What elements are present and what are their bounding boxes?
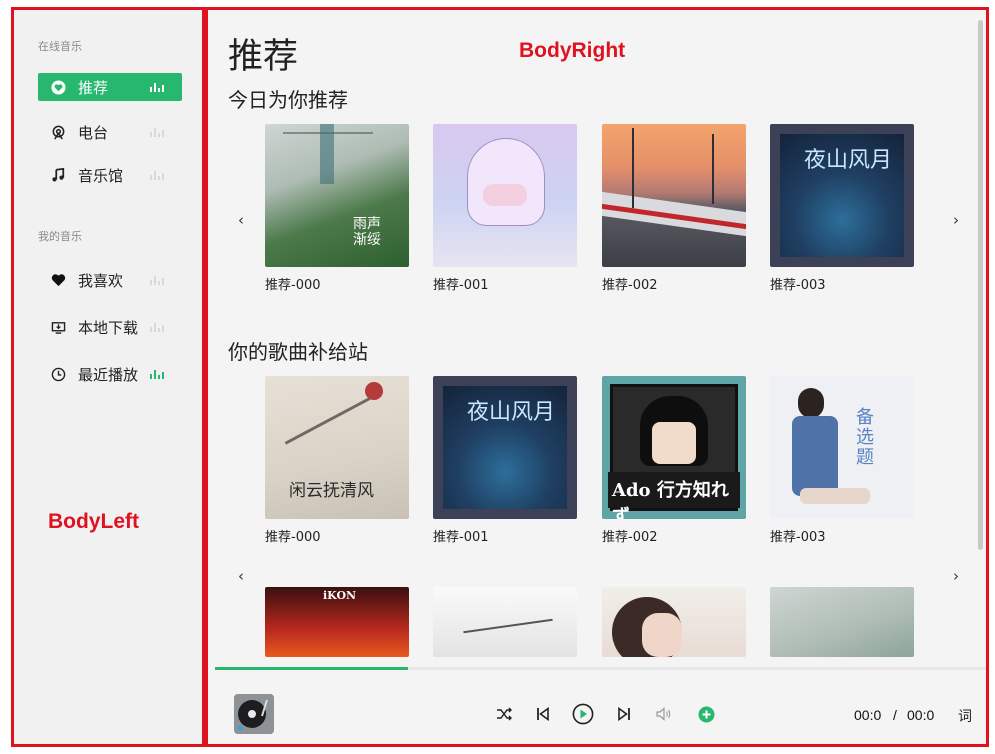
current-time: 00:0	[854, 707, 882, 723]
playlist-cover: 雨声 渐绥	[265, 124, 409, 267]
playlist-caption: 推荐-003	[770, 278, 826, 293]
playlist-card[interactable]: 推荐-001	[433, 124, 577, 293]
total-time: 00:0	[907, 707, 935, 723]
cover-title: 夜山风月	[804, 148, 893, 173]
playlist-cover[interactable]	[433, 587, 577, 657]
playlist-cover: 夜山风月	[433, 376, 577, 519]
playlist-caption: 推荐-002	[602, 278, 658, 293]
playlist-caption: 推荐-003	[770, 530, 826, 545]
online-music-label: 在线音乐	[38, 40, 82, 53]
radio-icon	[50, 124, 66, 140]
my-music-label: 我的音乐	[38, 230, 82, 243]
sidebar-item-label: 最近播放	[78, 365, 139, 384]
playlist-cover	[433, 124, 577, 267]
equalizer-icon	[150, 171, 164, 180]
carousel-next-button[interactable]: ›	[953, 567, 959, 585]
playlist-caption: 推荐-001	[433, 530, 489, 545]
playlist-cover[interactable]: iKON	[265, 587, 409, 657]
heart-icon	[50, 272, 66, 288]
cover-title: 闲云抚清风	[289, 481, 374, 501]
equalizer-icon	[150, 128, 164, 137]
sidebar-item-radio[interactable]: 电台	[38, 118, 182, 146]
cover-title: 备选题	[856, 407, 874, 468]
playlist-caption: 推荐-001	[433, 278, 489, 293]
playlist-cover: 夜山风月	[770, 124, 914, 267]
add-to-playlist-button[interactable]	[695, 703, 717, 725]
sidebar-item-recommend[interactable]: 推荐	[38, 73, 182, 101]
playlist-card[interactable]: 夜山风月 推荐-001	[433, 376, 577, 545]
download-icon	[50, 319, 66, 335]
sidebar-item-recently-played[interactable]: 最近播放	[38, 360, 182, 388]
playlist-card[interactable]: 雨声 渐绥 推荐-000	[265, 124, 409, 293]
playlist-cover: 闲云抚清风	[265, 376, 409, 519]
progress-fill	[215, 667, 408, 670]
play-button[interactable]	[572, 703, 594, 725]
progress-track[interactable]	[215, 667, 986, 670]
sidebar-item-local-download[interactable]: 本地下载	[38, 313, 182, 341]
heart-circle-icon	[50, 79, 66, 95]
equalizer-icon	[150, 370, 164, 379]
player-bar: 00:0 / 00:0 词	[208, 672, 986, 747]
cover-title: 雨声 渐绥	[353, 216, 381, 248]
body-left-annotation: BodyLeft	[48, 510, 139, 533]
row-title-today: 今日为你推荐	[228, 88, 348, 112]
carousel-next-button[interactable]: ›	[953, 211, 959, 229]
playlist-caption: 推荐-002	[602, 530, 658, 545]
cover-title: Ado 行方知れず	[612, 480, 729, 519]
time-separator: /	[893, 707, 897, 723]
clock-icon	[50, 366, 66, 382]
sidebar-item-label: 音乐馆	[78, 166, 124, 185]
playlist-card[interactable]: 推荐-002	[602, 124, 746, 293]
album-art[interactable]	[234, 694, 274, 734]
sidebar-item-favorites[interactable]: 我喜欢	[38, 266, 182, 294]
equalizer-icon	[150, 323, 164, 332]
cover-title: iKON	[323, 589, 357, 602]
carousel-prev-button[interactable]: ‹	[238, 211, 244, 229]
playlist-caption: 推荐-000	[265, 530, 321, 545]
sidebar-item-label: 电台	[78, 123, 109, 142]
playlist-card[interactable]: 备选题 推荐-003	[770, 376, 914, 545]
page-title: 推荐	[228, 37, 299, 77]
previous-button[interactable]	[532, 703, 554, 725]
volume-icon[interactable]	[653, 703, 675, 725]
playlist-cover[interactable]	[770, 587, 914, 657]
body-left-panel: 在线音乐 推荐 电台 音乐馆 我的音乐 我喜欢 本地下载 最近播放 BodyLe…	[11, 7, 205, 747]
body-right-panel: 推荐 BodyRight 今日为你推荐 ‹ › 雨声 渐绥 推荐-000 推荐-…	[205, 7, 989, 747]
sidebar-item-label: 推荐	[78, 78, 109, 97]
playlist-cover: Ado 行方知れず	[602, 376, 746, 519]
playlist-cover[interactable]	[602, 587, 746, 657]
carousel-prev-button[interactable]: ‹	[238, 567, 244, 585]
playlist-card[interactable]: 夜山风月 推荐-003	[770, 124, 914, 293]
lyrics-button[interactable]: 词	[958, 706, 972, 726]
shuffle-button[interactable]	[493, 703, 515, 725]
equalizer-icon	[150, 83, 164, 92]
body-right-annotation: BodyRight	[519, 39, 626, 62]
playlist-card[interactable]: 闲云抚清风 推荐-000	[265, 376, 409, 545]
sidebar-item-label: 本地下载	[78, 318, 139, 337]
sidebar-item-label: 我喜欢	[78, 271, 124, 290]
playlist-cover: 备选题	[770, 376, 914, 519]
sidebar-item-music-hall[interactable]: 音乐馆	[38, 161, 182, 189]
playlist-card[interactable]: Ado 行方知れず 推荐-002	[602, 376, 746, 545]
cover-title: 夜山风月	[467, 400, 556, 425]
playlist-cover	[602, 124, 746, 267]
equalizer-icon	[150, 276, 164, 285]
scrollbar[interactable]	[978, 20, 983, 550]
next-button[interactable]	[613, 703, 635, 725]
playlist-caption: 推荐-000	[265, 278, 321, 293]
row-title-supply-station: 你的歌曲补给站	[228, 340, 368, 364]
music-note-icon	[50, 167, 66, 183]
